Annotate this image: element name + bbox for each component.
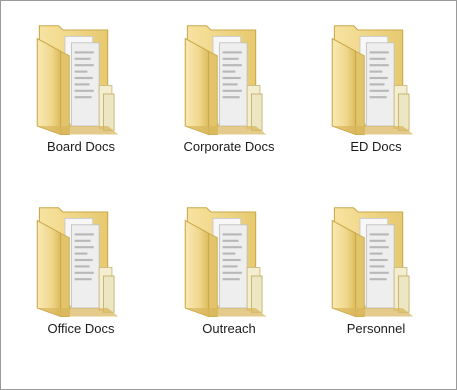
folder-icon [33, 201, 129, 319]
folder-item-office-docs[interactable]: Office Docs [11, 201, 151, 371]
folder-label: Office Docs [47, 321, 115, 336]
folder-view-pane: Board Docs Corporate Docs ED Docs Office… [0, 0, 457, 390]
folder-item-outreach[interactable]: Outreach [159, 201, 299, 371]
folder-label: Personnel [346, 321, 406, 336]
folder-icon [181, 19, 277, 137]
folder-icon [33, 19, 129, 137]
folder-item-board-docs[interactable]: Board Docs [11, 19, 151, 189]
folder-icon [328, 19, 424, 137]
folder-label: Outreach [202, 321, 256, 336]
folder-item-personnel[interactable]: Personnel [306, 201, 446, 371]
folder-icon [181, 201, 277, 319]
folder-label: ED Docs [350, 139, 402, 154]
folder-item-corporate-docs[interactable]: Corporate Docs [159, 19, 299, 189]
folder-icon [328, 201, 424, 319]
folder-item-ed-docs[interactable]: ED Docs [306, 19, 446, 189]
folder-label: Corporate Docs [183, 139, 275, 154]
folder-label: Board Docs [47, 139, 115, 154]
